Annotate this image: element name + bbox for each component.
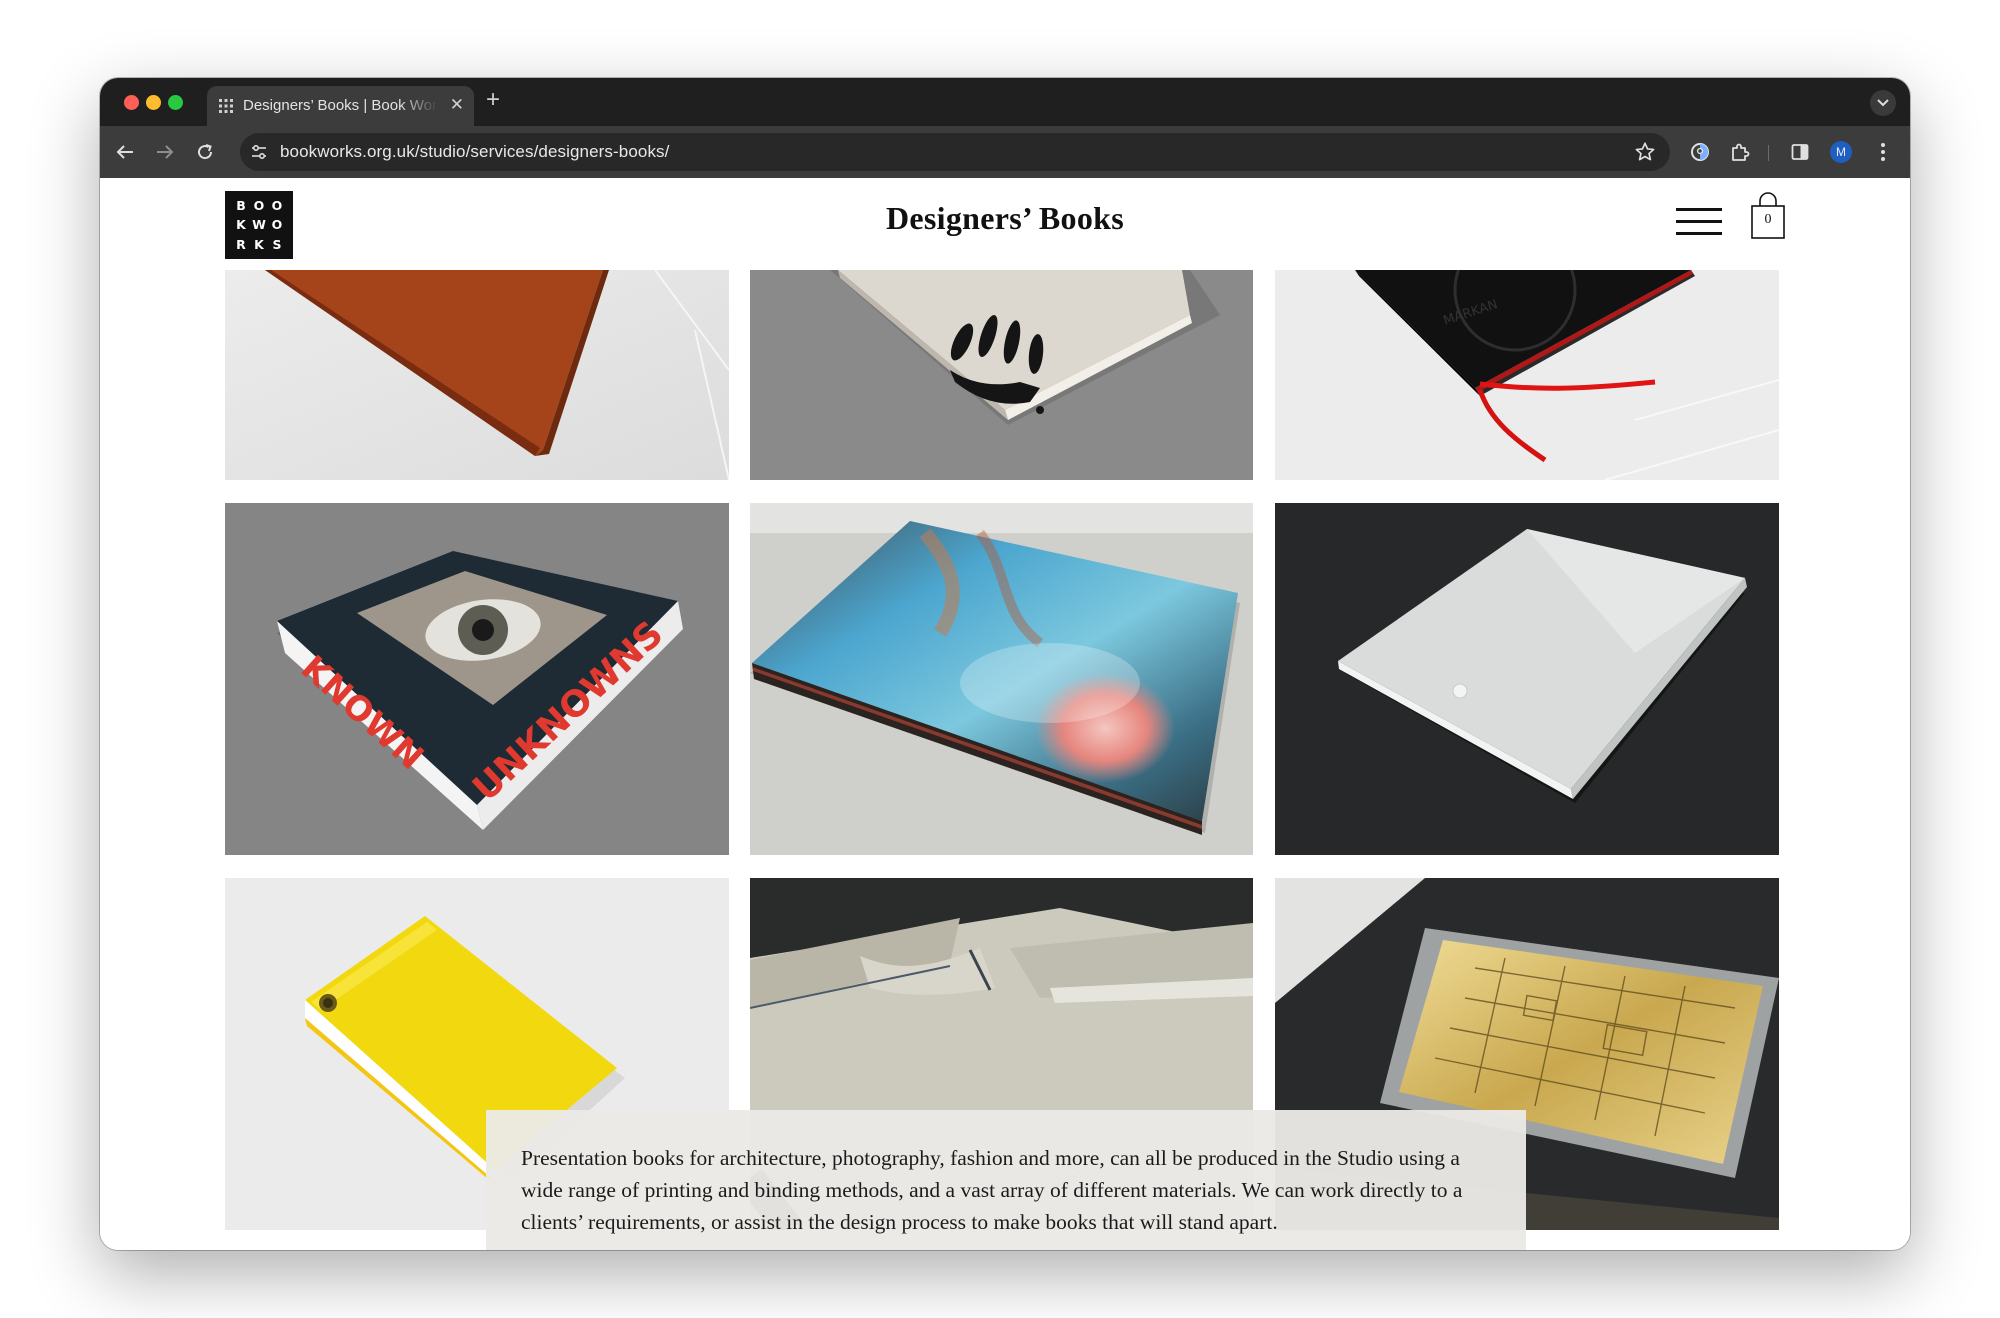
grid-favicon-icon <box>219 99 233 113</box>
back-button[interactable] <box>112 139 138 165</box>
gallery-image-painted-cover-book[interactable] <box>750 503 1253 855</box>
side-panel-button[interactable] <box>1787 139 1813 165</box>
description-text: Presentation books for architecture, pho… <box>521 1146 1463 1234</box>
puzzle-icon <box>1732 143 1750 161</box>
handprint-book-photo <box>750 270 1253 480</box>
toolbar-separator <box>1768 145 1769 161</box>
description-panel: Presentation books for architecture, pho… <box>486 1110 1526 1250</box>
menu-line <box>1676 220 1722 223</box>
known-unknowns-book-photo: KNOWN UNKNOWNS <box>225 503 729 855</box>
arrow-right-icon <box>157 145 174 159</box>
gallery-image-known-unknowns-book[interactable]: KNOWN UNKNOWNS <box>225 503 729 855</box>
menu-line <box>1676 232 1722 235</box>
star-icon[interactable] <box>1634 141 1656 163</box>
web-page: B O O K W O R K S Designers’ Books 0 MAR… <box>100 178 1910 1250</box>
reload-icon <box>198 144 213 160</box>
gallery-grid: MARKAN KNOWN UNKNOWNS Presentation books… <box>100 270 1910 1250</box>
arrow-left-icon <box>116 145 133 159</box>
url-text: bookworks.org.uk/studio/services/designe… <box>280 142 670 161</box>
logo-letter: R <box>236 236 246 252</box>
chevron-down-icon <box>1877 99 1889 107</box>
browser-window: Designers’ Books | Book Works ✕ + bookwo… <box>100 78 1910 1250</box>
minimize-window-button[interactable] <box>146 95 161 110</box>
white-book-photo <box>1275 503 1779 855</box>
close-tab-icon[interactable]: ✕ <box>450 95 464 115</box>
tab-strip: Designers’ Books | Book Works ✕ + <box>100 78 1910 126</box>
logo-letter: S <box>272 236 282 252</box>
browser-menu-button[interactable] <box>1870 139 1896 165</box>
gallery-image-white-book[interactable] <box>1275 503 1779 855</box>
tab-title: Designers’ Books | Book Works <box>243 97 438 114</box>
page-title: Designers’ Books <box>886 200 1124 236</box>
orange-book-photo <box>225 270 729 480</box>
password-manager-extension-button[interactable] <box>1687 139 1713 165</box>
side-panel-icon <box>1791 144 1809 160</box>
maximize-window-button[interactable] <box>168 95 183 110</box>
logo-letter: K <box>254 236 264 252</box>
hamburger-menu-button[interactable] <box>1676 208 1722 236</box>
site-info-icon[interactable] <box>250 143 268 161</box>
basket-count: 0 <box>1764 212 1772 227</box>
address-bar[interactable]: bookworks.org.uk/studio/services/designe… <box>240 133 1670 171</box>
gallery-image-orange-book[interactable] <box>225 270 729 480</box>
gallery-image-handprint-book[interactable] <box>750 270 1253 480</box>
reload-button[interactable] <box>192 139 218 165</box>
forward-button[interactable] <box>152 139 178 165</box>
close-window-button[interactable] <box>124 95 139 110</box>
menu-line <box>1676 208 1722 211</box>
tab-designers-books[interactable]: Designers’ Books | Book Works ✕ <box>207 86 474 126</box>
new-tab-button[interactable]: + <box>486 87 500 113</box>
browser-toolbar: bookworks.org.uk/studio/services/designe… <box>100 126 1910 178</box>
shopping-bag-button[interactable]: 0 <box>1750 190 1786 240</box>
shield-key-icon <box>1691 143 1709 161</box>
extensions-button[interactable] <box>1727 139 1753 165</box>
profile-avatar[interactable]: M <box>1830 141 1852 163</box>
painted-cover-book-photo <box>750 503 1253 855</box>
more-vertical-icon <box>1881 143 1885 161</box>
black-embossed-book-photo: MARKAN <box>1275 270 1779 480</box>
tab-search-button[interactable] <box>1870 90 1896 116</box>
gallery-image-black-embossed-book[interactable]: MARKAN <box>1275 270 1779 480</box>
